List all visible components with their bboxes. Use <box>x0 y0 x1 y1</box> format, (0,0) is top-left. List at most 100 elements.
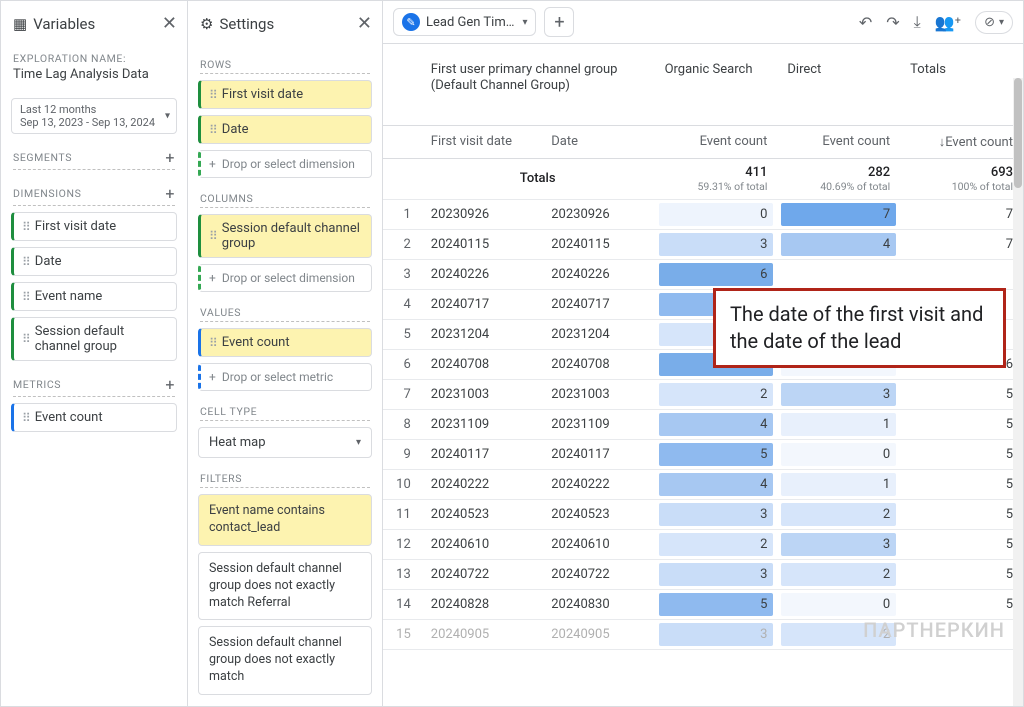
row-index: 9 <box>383 439 421 469</box>
cell-first-visit-date: 20231003 <box>421 379 541 409</box>
value-dropzone[interactable]: +Drop or select metric <box>198 363 372 391</box>
cell-first-visit-date: 20240708 <box>421 349 541 379</box>
settings-panel: ⚙ Settings ✕ ROWS ⠿First visit date ⠿Dat… <box>188 1 383 706</box>
row-index: 1 <box>383 199 421 229</box>
cell-total: 5 <box>900 559 1023 589</box>
pencil-icon: ✎ <box>402 13 420 31</box>
share-icon[interactable]: 👥⁺ <box>935 13 961 32</box>
row-chip[interactable]: ⠿First visit date <box>198 80 372 109</box>
row-index: 14 <box>383 589 421 619</box>
table-row[interactable]: 102024022220240222415 <box>383 469 1023 499</box>
columns-header: COLUMNS <box>200 192 370 208</box>
sampling-status[interactable]: ⊘▾ <box>975 11 1013 34</box>
drag-icon: ⠿ <box>209 336 216 350</box>
totals-row: Totals 41159.31% of total 28240.69% of t… <box>383 158 1023 199</box>
row-index: 3 <box>383 259 421 289</box>
cell-total: 5 <box>900 469 1023 499</box>
table-row[interactable]: 320240226202402266 <box>383 259 1023 289</box>
cell-date: 20240708 <box>541 349 654 379</box>
group-header[interactable]: Direct <box>777 44 900 125</box>
column-chip[interactable]: ⠿Session default channel group <box>198 214 372 258</box>
toolbar: ↶ ↷ ⤓ 👥⁺ ⊘▾ <box>859 11 1013 34</box>
undo-icon[interactable]: ↶ <box>859 13 872 32</box>
cell-date: 20240610 <box>541 529 654 559</box>
cell-date: 20240222 <box>541 469 654 499</box>
cell-first-visit-date: 20240117 <box>421 439 541 469</box>
dimension-chip[interactable]: ⠿Session default channel group <box>11 317 177 361</box>
cell-direct: 0 <box>777 589 900 619</box>
tab-lead-gen[interactable]: ✎ Lead Gen Tim… ▾ <box>393 8 536 36</box>
date-range-picker[interactable]: Last 12 months Sep 13, 2023 - Sep 13, 20… <box>11 98 177 134</box>
table-row[interactable]: 22024011520240115347 <box>383 229 1023 259</box>
cell-direct: 2 <box>777 499 900 529</box>
variables-title: Variables <box>33 15 95 33</box>
col-header[interactable]: Date <box>541 125 654 158</box>
table-row[interactable]: 12023092620230926077 <box>383 199 1023 229</box>
cell-type-select[interactable]: Heat map ▾ <box>198 427 372 458</box>
cell-total <box>900 619 1023 649</box>
exploration-name[interactable]: Time Lag Analysis Data <box>11 67 177 92</box>
row-dropzone[interactable]: +Drop or select dimension <box>198 150 372 178</box>
cell-total <box>900 259 1023 289</box>
add-dimension-button[interactable]: + <box>165 184 175 203</box>
group-header[interactable]: Totals <box>900 44 1023 125</box>
table-row[interactable]: 82023110920231109415 <box>383 409 1023 439</box>
cell-date: 20240117 <box>541 439 654 469</box>
cell-direct: 4 <box>777 229 900 259</box>
scrollbar[interactable] <box>1013 78 1023 706</box>
cell-date: 20240717 <box>541 289 654 319</box>
column-dropzone[interactable]: +Drop or select dimension <box>198 264 372 292</box>
group-header[interactable]: Organic Search <box>655 44 778 125</box>
col-header[interactable]: Event count <box>655 125 778 158</box>
table-row[interactable]: 15202409052024090532 <box>383 619 1023 649</box>
table-row[interactable]: 132024072220240722325 <box>383 559 1023 589</box>
cell-organic: 4 <box>655 409 778 439</box>
cell-first-visit-date: 20231109 <box>421 409 541 439</box>
metric-chip[interactable]: ⠿Event count <box>11 403 177 432</box>
cell-date: 20240905 <box>541 619 654 649</box>
add-tab-button[interactable]: + <box>544 7 574 37</box>
chevron-down-icon: ▾ <box>165 111 170 122</box>
filter-card[interactable]: Event name contains contact_lead <box>198 494 372 546</box>
cell-first-visit-date: 20240717 <box>421 289 541 319</box>
table-row[interactable]: 72023100320231003235 <box>383 379 1023 409</box>
row-index: 12 <box>383 529 421 559</box>
col-header[interactable]: First visit date <box>421 125 541 158</box>
cell-date: 20240830 <box>541 589 654 619</box>
drag-icon: ⠿ <box>209 88 216 102</box>
row-index: 10 <box>383 469 421 499</box>
chevron-down-icon: ▾ <box>522 17 527 28</box>
cell-first-visit-date: 20240115 <box>421 229 541 259</box>
row-chip[interactable]: ⠿Date <box>198 115 372 144</box>
download-icon[interactable]: ⤓ <box>914 12 921 32</box>
row-index: 15 <box>383 619 421 649</box>
redo-icon[interactable]: ↷ <box>886 13 899 32</box>
celltype-header: CELL TYPE <box>200 405 370 421</box>
value-chip[interactable]: ⠿Event count <box>198 328 372 357</box>
filter-card[interactable]: Session default channel group does not e… <box>198 552 372 621</box>
table-row[interactable]: 112024052320240523325 <box>383 499 1023 529</box>
table-row[interactable]: 142024082820240830505 <box>383 589 1023 619</box>
cell-direct: 0 <box>777 439 900 469</box>
cell-direct: 2 <box>777 619 900 649</box>
close-icon[interactable]: ✕ <box>162 13 177 34</box>
close-icon[interactable]: ✕ <box>357 13 372 34</box>
cell-direct: 7 <box>777 199 900 229</box>
col-header[interactable]: Event count <box>777 125 900 158</box>
dimension-chip[interactable]: ⠿Date <box>11 247 177 276</box>
filter-card[interactable]: Session default channel group does not e… <box>198 626 372 695</box>
cell-direct <box>777 259 900 289</box>
cell-organic: 3 <box>655 229 778 259</box>
add-segment-button[interactable]: + <box>165 148 175 167</box>
dimension-chip[interactable]: ⠿First visit date <box>11 212 177 241</box>
table-row[interactable]: 122024061020240610235 <box>383 529 1023 559</box>
dimension-chip[interactable]: ⠿Event name <box>11 282 177 311</box>
row-index: 11 <box>383 499 421 529</box>
cell-total: 5 <box>900 499 1023 529</box>
values-header: VALUES <box>200 306 370 322</box>
table-row[interactable]: 92024011720240117505 <box>383 439 1023 469</box>
plus-icon: + <box>209 271 216 285</box>
drag-icon: ⠿ <box>22 332 29 346</box>
col-header-sort[interactable]: ↓Event count <box>900 125 1023 158</box>
add-metric-button[interactable]: + <box>165 375 175 394</box>
